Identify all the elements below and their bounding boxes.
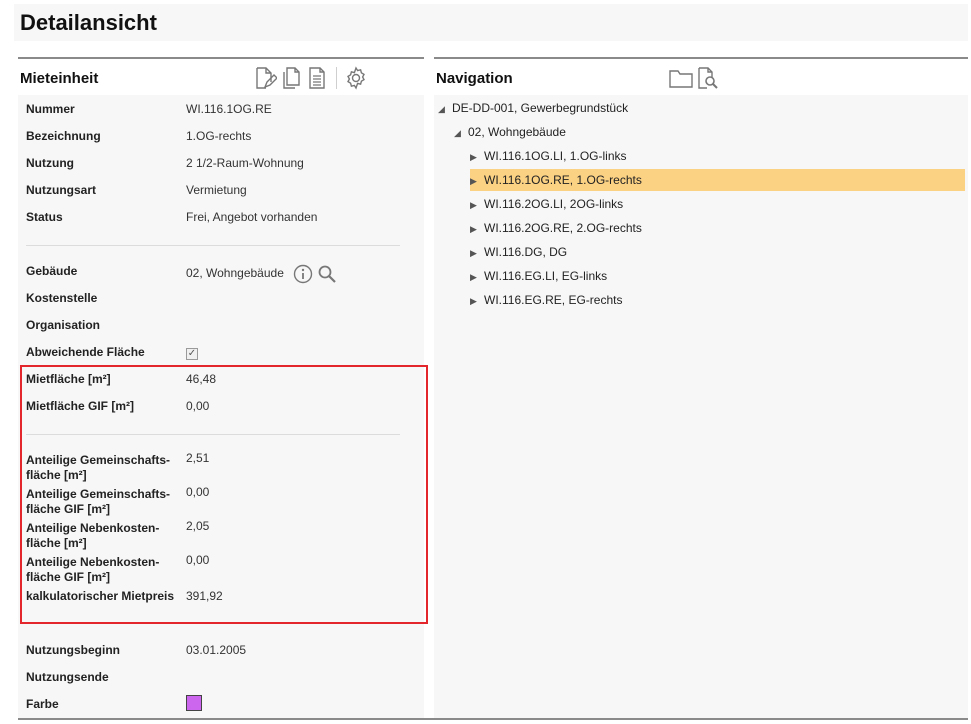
mietflaeche-label: Mietfläche [m²] [26, 372, 111, 386]
gear-icon[interactable] [343, 65, 369, 91]
folder-icon[interactable] [668, 65, 694, 91]
abweichende-flaeche-label: Abweichende Fläche [26, 345, 145, 359]
abweichende-flaeche-value: ✓ [186, 345, 426, 360]
nutzungsart-label: Nutzungsart [26, 183, 96, 197]
section-divider [26, 434, 400, 435]
info-icon[interactable] [293, 264, 313, 284]
collapsed-icon[interactable]: ▶ [470, 170, 484, 192]
nutzungsende-label: Nutzungsende [26, 670, 109, 684]
tree-unit-label: WI.116.EG.RE, EG-rechts [484, 293, 623, 307]
tree-unit[interactable]: ▶ WI.116.EG.LI, EG-links [470, 265, 965, 287]
label-line: Anteilige Gemeinschafts- [26, 487, 171, 501]
mieteinheit-toolbar [252, 65, 369, 91]
tree-unit-label: WI.116.DG, DG [484, 245, 568, 259]
navigation-header: Navigation [434, 59, 968, 95]
tree-root-label: DE-DD-001, Gewerbegrundstück [452, 101, 629, 115]
ant-gemeinschaftsflaeche-label: Anteilige Gemeinschafts- fläche [m²] [26, 453, 186, 483]
kostenstelle-label: Kostenstelle [26, 291, 98, 305]
ant-nebenkostenflaeche-gif-label: Anteilige Nebenkosten- fläche GIF [m²] [26, 555, 186, 585]
collapsed-icon[interactable]: ▶ [470, 146, 484, 168]
tree-unit-label: WI.116.1OG.LI, 1.OG-links [484, 149, 627, 163]
toolbar-separator [336, 67, 337, 89]
tree-unit-label: WI.116.1OG.RE, 1.OG-rechts [484, 173, 642, 187]
section-divider [26, 245, 400, 246]
nutzung-label: Nutzung [26, 156, 74, 170]
mieteinheit-panel: Mieteinheit Nummer WI.116.1OG.RE Bezeich… [18, 57, 424, 720]
ant-gemeinschaftsflaeche-value: 2,51 [186, 451, 210, 465]
navigation-panel: Navigation ◢ DE-DD-001, Gewerbegrundstück… [434, 57, 968, 720]
nummer-label: Nummer [26, 102, 75, 116]
tree-building[interactable]: ◢ 02, Wohngebäude [454, 121, 566, 143]
label-line: fläche [m²] [26, 536, 87, 550]
tree-unit[interactable]: ▶ WI.116.2OG.RE, 2.OG-rechts [470, 217, 965, 239]
ant-nebenkostenflaeche-value: 2,05 [186, 519, 210, 533]
collapsed-icon[interactable]: ▶ [470, 194, 484, 216]
kalk-mietpreis-value: 391,92 [186, 589, 223, 603]
tree-unit[interactable]: ▶ WI.116.EG.RE, EG-rechts [470, 289, 965, 311]
navigation-toolbar [668, 65, 720, 91]
abweichende-flaeche-checkbox[interactable]: ✓ [186, 348, 198, 360]
bottom-rule [18, 718, 968, 720]
ant-nebenkostenflaeche-label: Anteilige Nebenkosten- fläche [m²] [26, 521, 186, 551]
ant-gemeinschaftsflaeche-gif-value: 0,00 [186, 485, 210, 499]
collapsed-icon[interactable]: ▶ [470, 290, 484, 312]
tree-unit[interactable]: ▶ WI.116.1OG.LI, 1.OG-links [470, 145, 965, 167]
nutzungsbeginn-label: Nutzungsbeginn [26, 643, 120, 657]
page-title: Detailansicht [20, 10, 157, 35]
search-icon[interactable] [317, 264, 337, 284]
tree-unit[interactable]: ▶ WI.116.DG, DG [470, 241, 965, 263]
color-swatch[interactable] [186, 695, 202, 711]
document-search-icon[interactable] [694, 65, 720, 91]
label-line: Anteilige Nebenkosten- [26, 521, 160, 535]
nutzungsart-value: Vermietung [186, 183, 247, 197]
edit-icon[interactable] [252, 65, 278, 91]
tree-unit-selected[interactable]: ▶ WI.116.1OG.RE, 1.OG-rechts [470, 169, 965, 191]
collapsed-icon[interactable]: ▶ [470, 242, 484, 264]
ant-nebenkostenflaeche-gif-value: 0,00 [186, 553, 210, 567]
mieteinheit-header: Mieteinheit [18, 59, 424, 95]
nutzungsbeginn-value: 03.01.2005 [186, 643, 247, 657]
status-label: Status [26, 210, 63, 224]
tree-unit-label: WI.116.2OG.RE, 2.OG-rechts [484, 221, 642, 235]
nutzung-value: 2 1/2-Raum-Wohnung [186, 156, 304, 170]
collapsed-icon[interactable]: ▶ [470, 218, 484, 240]
tree-root[interactable]: ◢ DE-DD-001, Gewerbegrundstück [438, 97, 628, 119]
label-line: Anteilige Gemeinschafts- [26, 453, 171, 467]
navigation-title: Navigation [436, 70, 513, 87]
collapsed-icon[interactable]: ▶ [470, 266, 484, 288]
farbe-value [186, 695, 426, 715]
organisation-label: Organisation [26, 318, 101, 332]
tree-building-label: 02, Wohngebäude [468, 125, 566, 139]
mietflaeche-gif-value: 0,00 [186, 399, 210, 413]
mieteinheit-title: Mieteinheit [20, 70, 99, 87]
gebaeude-value-wrap: 02, Wohngebäude [186, 264, 426, 284]
bezeichnung-label: Bezeichnung [26, 129, 101, 143]
expanded-icon[interactable]: ◢ [454, 122, 468, 144]
status-value: Frei, Angebot vorhanden [186, 210, 318, 224]
document-icon[interactable] [304, 65, 330, 91]
expanded-icon[interactable]: ◢ [438, 98, 452, 120]
kalk-mietpreis-label: kalkulatorischer Mietpreis [26, 589, 175, 603]
label-line: fläche GIF [m²] [26, 570, 111, 584]
mietflaeche-gif-label: Mietfläche GIF [m²] [26, 399, 135, 413]
page-header: Detailansicht [14, 4, 968, 41]
label-line: Anteilige Nebenkosten- [26, 555, 160, 569]
mietflaeche-value: 46,48 [186, 372, 217, 386]
gebaeude-label: Gebäude [26, 264, 78, 278]
label-line: fläche [m²] [26, 468, 87, 482]
farbe-label: Farbe [26, 697, 59, 711]
tree-unit-label: WI.116.EG.LI, EG-links [484, 269, 608, 283]
label-line: fläche GIF [m²] [26, 502, 111, 516]
gebaeude-actions [293, 264, 341, 284]
bezeichnung-value: 1.OG-rechts [186, 129, 252, 143]
ant-gemeinschaftsflaeche-gif-label: Anteilige Gemeinschafts- fläche GIF [m²] [26, 487, 186, 517]
gebaeude-value: 02, Wohngebäude [186, 266, 284, 281]
copy-icon[interactable] [278, 65, 304, 91]
nummer-value: WI.116.1OG.RE [186, 102, 272, 116]
tree-unit-label: WI.116.2OG.LI, 2OG-links [484, 197, 624, 211]
tree-unit[interactable]: ▶ WI.116.2OG.LI, 2OG-links [470, 193, 965, 215]
